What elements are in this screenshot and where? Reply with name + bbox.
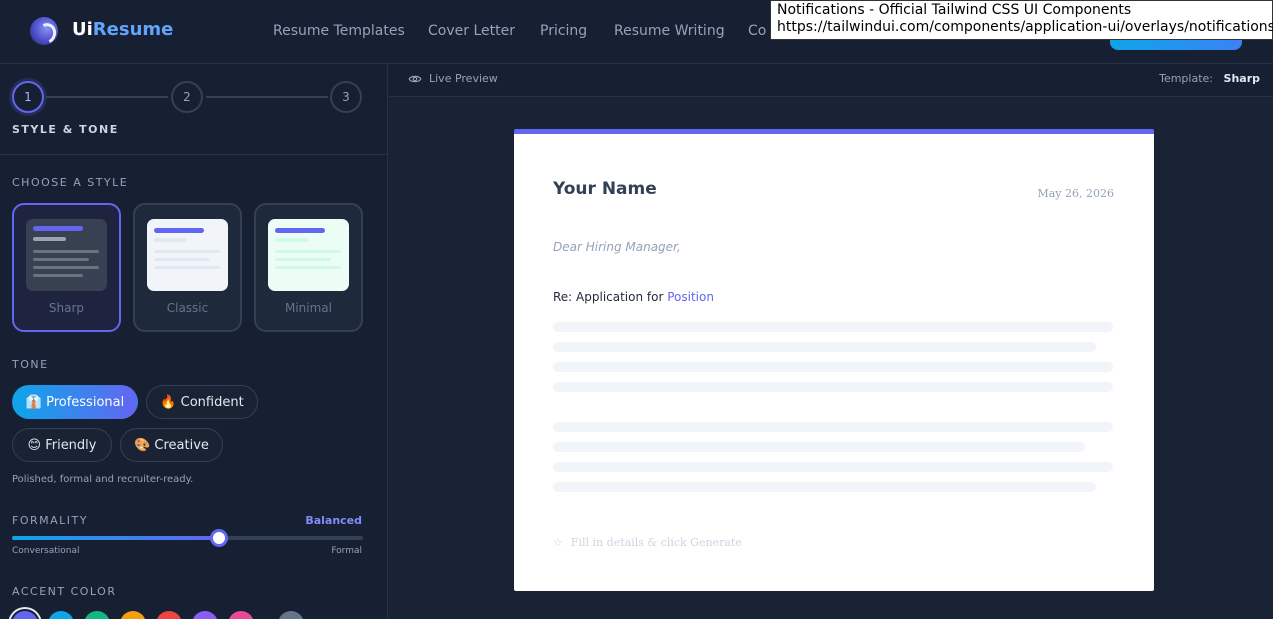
accent-swatch[interactable]: [84, 611, 110, 619]
nav-link-co[interactable]: Co: [748, 23, 766, 39]
placeholder-line: [553, 362, 1113, 372]
slider-min-label: Conversational: [12, 546, 80, 556]
tone-friendly[interactable]: 😊 Friendly: [12, 428, 112, 462]
step-3[interactable]: 3: [330, 81, 362, 113]
choose-style-label: CHOOSE A STYLE: [12, 176, 129, 189]
subject-position: Position: [667, 290, 714, 304]
step-connector: [46, 96, 168, 98]
nav-link-cover-letter[interactable]: Cover Letter: [428, 23, 515, 39]
brand-part-2: Resume: [92, 19, 174, 40]
accent-swatch[interactable]: [192, 611, 218, 619]
style-card-classic[interactable]: Classic: [133, 203, 242, 332]
letter-name: Your Name: [553, 179, 657, 199]
template-value: Sharp: [1223, 72, 1260, 85]
placeholder-line: [553, 382, 1113, 392]
style-card-minimal[interactable]: Minimal: [254, 203, 363, 332]
logo-icon[interactable]: [30, 17, 58, 45]
template-label: Template:: [1159, 72, 1213, 85]
slider-max-label: Formal: [331, 546, 362, 556]
nav-link-pricing[interactable]: Pricing: [540, 23, 587, 39]
subject-prefix: Re: Application for: [553, 290, 668, 304]
step-1[interactable]: 1: [12, 81, 44, 113]
accent-color-label: ACCENT COLOR: [12, 585, 117, 598]
tone-confident[interactable]: 🔥 Confident: [146, 385, 258, 419]
accent-swatch[interactable]: [48, 611, 74, 619]
accent-swatch[interactable]: [228, 611, 254, 619]
placeholder-line: [553, 342, 1096, 352]
formality-value: Balanced: [305, 514, 362, 527]
link-tooltip: Notifications - Official Tailwind CSS UI…: [770, 0, 1273, 40]
step-title: STYLE & TONE: [12, 123, 119, 136]
generate-hint: ☆ Fill in details & click Generate: [553, 536, 742, 549]
slider-fill: [12, 536, 219, 540]
tooltip-url: https://tailwindui.com/components/applic…: [777, 19, 1273, 35]
formality-slider[interactable]: [12, 529, 363, 547]
nav-link-resume-templates[interactable]: Resume Templates: [273, 23, 405, 39]
accent-swatch[interactable]: [278, 611, 304, 619]
tone-creative[interactable]: 🎨 Creative: [120, 428, 223, 462]
tooltip-title: Notifications - Official Tailwind CSS UI…: [777, 2, 1132, 18]
tone-professional[interactable]: 👔 Professional: [12, 385, 138, 419]
style-card-label: Minimal: [284, 301, 332, 315]
settings-sidebar: 1 2 3 STYLE & TONE CHOOSE A STYLE Sharp …: [0, 64, 388, 619]
accent-swatch[interactable]: [156, 611, 182, 619]
divider: [0, 154, 387, 155]
style-thumbnail: [268, 219, 349, 291]
brand-part-1: Ui: [72, 19, 93, 40]
slider-thumb[interactable]: [210, 529, 228, 547]
letter-salutation: Dear Hiring Manager,: [553, 240, 681, 254]
placeholder-line: [553, 482, 1096, 492]
tone-description: Polished, formal and recruiter-ready.: [12, 474, 194, 485]
brand-name[interactable]: UiResume: [72, 19, 173, 40]
hint-text: Fill in details & click Generate: [570, 536, 742, 549]
step-connector: [206, 96, 328, 98]
formality-label: FORMALITY: [12, 514, 88, 527]
live-preview-label: Live Preview: [429, 72, 498, 85]
letter-preview: Your Name May 26, 2026 Dear Hiring Manag…: [514, 129, 1154, 591]
nav-link-resume-writing[interactable]: Resume Writing: [614, 23, 725, 39]
letter-subject: Re: Application for Position: [553, 290, 714, 304]
accent-swatch[interactable]: [12, 611, 38, 619]
star-icon: ☆: [553, 536, 563, 549]
eye-icon: [408, 75, 422, 83]
style-card-sharp[interactable]: Sharp: [12, 203, 121, 332]
style-card-label: Sharp: [48, 301, 85, 315]
letter-date: May 26, 2026: [1037, 187, 1114, 200]
tone-label: TONE: [12, 358, 49, 371]
style-thumbnail: [26, 219, 107, 291]
placeholder-line: [553, 442, 1085, 452]
placeholder-line: [553, 462, 1113, 472]
accent-swatch[interactable]: [120, 611, 146, 619]
style-thumbnail: [147, 219, 228, 291]
preview-header: Live Preview Template: Sharp: [389, 64, 1273, 97]
placeholder-line: [553, 422, 1113, 432]
step-2[interactable]: 2: [171, 81, 203, 113]
style-card-label: Classic: [166, 301, 209, 315]
placeholder-line: [553, 322, 1113, 332]
